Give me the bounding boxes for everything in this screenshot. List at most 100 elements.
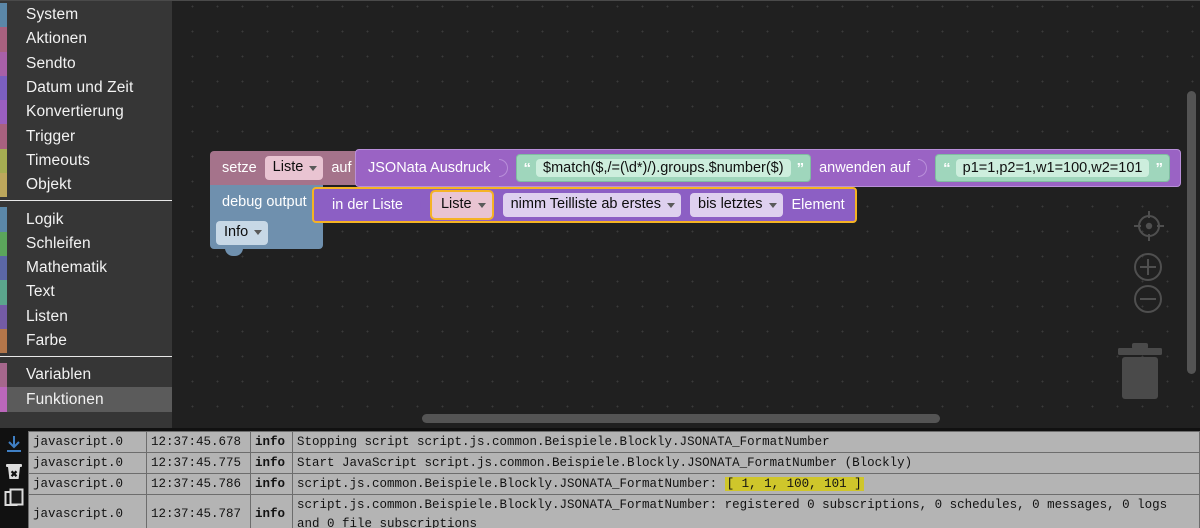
jsonata-expression-field[interactable]: $match($,/=(\d*)/).groups.$number($) (536, 159, 791, 177)
log-source-cell: javascript.0 (28, 494, 147, 528)
log-timestamp-cell: 12:37:45.786 (146, 473, 251, 496)
set-variable-dropdown[interactable]: Liste (264, 156, 324, 180)
toolbox-item-aktionen[interactable]: Aktionen (0, 27, 172, 52)
log-table-container[interactable]: javascript.0 12:37:45.678 info Stopping scr… (28, 428, 1200, 528)
toolbox-item-funktionen[interactable]: Funktionen (0, 387, 172, 412)
toolbox-item-label: Logik (26, 210, 64, 228)
toolbox-color-swatch (0, 328, 7, 354)
block-connector-nub (918, 159, 928, 177)
set-suffix-label: auf (331, 160, 352, 176)
debug-output-label: debug output (222, 194, 307, 210)
log-timestamp-cell: 12:37:45.678 (146, 430, 251, 454)
toolbox-item-logik[interactable]: Logik (0, 207, 172, 232)
quote-close-icon: ” (1155, 159, 1162, 177)
block-jsonata-expression[interactable]: JSONata Ausdruck “ $match($,/=(\d*)/).gr… (355, 149, 1181, 187)
center-target-icon[interactable] (1132, 209, 1166, 243)
block-text-expression[interactable]: “ $match($,/=(\d*)/).groups.$number($) ” (515, 154, 812, 182)
zoom-out-icon[interactable] (1132, 283, 1164, 315)
block-text-apply-value[interactable]: “ p1=1,p2=1,w1=100,w2=101 ” (935, 154, 1170, 182)
toolbox-color-swatch (0, 51, 7, 76)
toolbox-color-swatch (0, 304, 7, 329)
toolbox-item-label: Timeouts (26, 151, 90, 169)
log-message-cell: script.js.common.Beispiele.Blockly.JSONA… (292, 494, 1200, 528)
toolbox-color-swatch (0, 280, 7, 305)
toolbox-item-system[interactable]: System (0, 3, 172, 28)
block-debug-output[interactable]: debug output Info (210, 185, 323, 256)
toolbox-item-label: Trigger (26, 127, 76, 145)
workspace-horizontal-scrollbar[interactable] (422, 414, 940, 423)
toolbox-item-label: Mathematik (26, 259, 108, 277)
jsonata-apply-label: anwenden auf (819, 160, 911, 176)
toolbox-color-swatch (0, 100, 7, 125)
log-row[interactable]: javascript.0 12:37:45.787 info script.js.co… (28, 494, 1200, 528)
quote-open-icon: “ (943, 159, 950, 177)
toolbox-color-swatch (0, 363, 7, 388)
toolbox-item-label: System (26, 6, 79, 24)
blockly-toolbox[interactable]: System Aktionen Sendto Datum und Zeit Konver… (0, 0, 172, 428)
toolbox-item-mathematik[interactable]: Mathematik (0, 255, 172, 281)
copy-logs-icon[interactable] (4, 488, 24, 508)
log-message-cell: Start JavaScript script.js.common.Beispi… (292, 452, 1200, 475)
sublist-variable-dropdown[interactable]: Liste (429, 190, 494, 220)
log-row[interactable]: javascript.0 12:37:45.786 info script.js.co… (28, 473, 1200, 496)
toolbox-item-trigger[interactable]: Trigger (0, 124, 172, 149)
chevron-down-icon (309, 165, 318, 171)
block-connector-nub (411, 196, 421, 214)
block-sublist[interactable]: in der Liste Liste nimm Teilliste ab ers… (312, 187, 857, 223)
toolbox-color-swatch (0, 173, 7, 198)
log-row[interactable]: javascript.0 12:37:45.775 info Start JavaSc… (28, 452, 1200, 475)
sublist-from-dropdown[interactable]: nimm Teilliste ab erstes (502, 193, 682, 217)
toolbox-item-listen[interactable]: Listen (0, 304, 172, 329)
jsonata-apply-value-field[interactable]: p1=1,p2=1,w1=100,w2=101 (955, 159, 1150, 177)
toolbox-color-swatch (0, 75, 7, 101)
toolbox-divider-2 (0, 356, 172, 358)
toolbox-item-objekt[interactable]: Objekt (0, 173, 172, 198)
log-severity-cell: info (250, 473, 293, 496)
blockly-editor-window: System Aktionen Sendto Datum und Zeit Konver… (0, 0, 1200, 528)
toolbox-color-swatch (0, 387, 7, 412)
chevron-down-icon (667, 202, 676, 208)
log-source-cell: javascript.0 (28, 473, 147, 496)
log-severity-cell: info (250, 430, 293, 454)
block-notch-bottom (225, 248, 243, 256)
chevron-down-icon (254, 230, 263, 236)
toolbox-item-label: Listen (26, 307, 68, 325)
sublist-to-value: bis letztes (698, 196, 763, 213)
trash-icon[interactable] (1116, 339, 1164, 401)
jsonata-label: JSONata Ausdruck (368, 160, 491, 176)
workspace-vertical-scrollbar[interactable] (1187, 91, 1196, 374)
toolbox-group-core: Logik Schleifen Mathematik Text Listen Farbe (0, 205, 172, 354)
toolbox-item-label: Text (26, 283, 55, 301)
toolbox-item-label: Objekt (26, 176, 72, 194)
log-row[interactable]: javascript.0 12:37:45.678 info Stopping scr… (28, 430, 1200, 454)
toolbox-color-swatch (0, 3, 7, 28)
toolbox-item-label: Datum und Zeit (26, 79, 134, 97)
debug-severity-dropdown[interactable]: Info (216, 221, 269, 245)
sublist-from-value: nimm Teilliste ab erstes (510, 196, 662, 213)
toolbox-item-variablen[interactable]: Variablen (0, 363, 172, 388)
log-timestamp-cell: 12:37:45.775 (146, 452, 251, 475)
toolbox-item-schleifen[interactable]: Schleifen (0, 231, 172, 256)
log-source-cell: javascript.0 (28, 430, 147, 454)
toolbox-item-label: Farbe (26, 332, 67, 349)
log-source-cell: javascript.0 (28, 452, 147, 475)
log-message-cell: script.js.common.Beispiele.Blockly.JSONA… (292, 473, 1200, 496)
log-panel: ✖ javascript.0 12:37:45.678 info Stopping s… (0, 428, 1200, 528)
toolbox-item-text[interactable]: Text (0, 280, 172, 305)
toolbox-item-timeouts[interactable]: Timeouts (0, 148, 172, 174)
download-logs-icon[interactable] (4, 434, 24, 454)
quote-open-icon: “ (523, 159, 531, 177)
toolbox-group-adapters: System Aktionen Sendto Datum und Zeit Konver… (0, 1, 172, 198)
svg-text:✖: ✖ (10, 469, 18, 479)
toolbox-item-konvertierung[interactable]: Konvertierung (0, 100, 172, 125)
toolbox-color-swatch (0, 207, 7, 232)
sublist-to-dropdown[interactable]: bis letztes (690, 193, 783, 217)
clear-logs-icon[interactable]: ✖ (4, 461, 24, 481)
log-message-cell: Stopping script script.js.common.Beispie… (292, 430, 1200, 454)
toolbox-item-datum-und-zeit[interactable]: Datum und Zeit (0, 75, 172, 101)
toolbox-item-farbe[interactable]: Farbe (0, 328, 172, 354)
toolbox-item-label: Funktionen (26, 390, 104, 408)
blockly-workspace[interactable]: debug output Info setze Liste auf JSONat… (172, 0, 1200, 428)
zoom-in-icon[interactable] (1132, 251, 1164, 283)
toolbox-item-sendto[interactable]: Sendto (0, 51, 172, 76)
